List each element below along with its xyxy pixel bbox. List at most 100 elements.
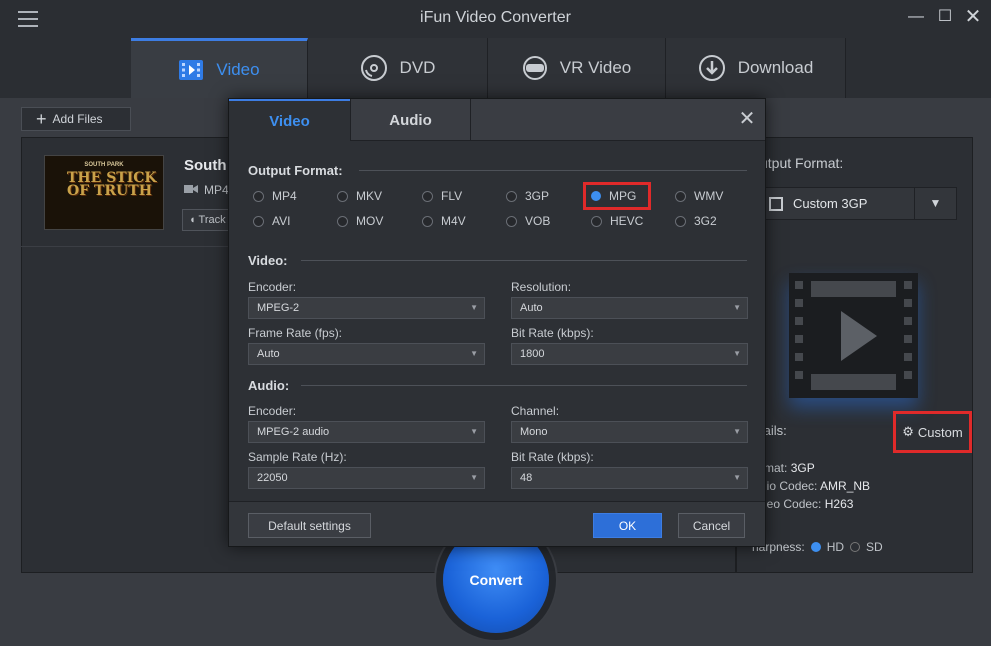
minimize-button[interactable]: — bbox=[906, 8, 926, 26]
radio-circle bbox=[506, 215, 517, 227]
sharpness-hd-radio[interactable] bbox=[810, 542, 821, 552]
format-radio-m4v[interactable]: M4V bbox=[422, 214, 466, 228]
format-radio-wmv[interactable]: WMV bbox=[675, 189, 723, 203]
audio-bitrate-select[interactable]: 48 ▼ bbox=[511, 467, 748, 489]
plus-icon: + bbox=[36, 109, 47, 129]
info-format-value: 3GP bbox=[790, 461, 815, 475]
resolution-select[interactable]: Auto ▼ bbox=[511, 297, 748, 319]
add-files-label: Add Files bbox=[52, 112, 103, 126]
main-tabs: Video DVD VR Video Download bbox=[0, 38, 991, 98]
format-radio-3gp[interactable]: 3GP bbox=[506, 189, 549, 203]
settings-dialog: Video Audio ✕ Output Format: MP4 MKV FLV 3G… bbox=[228, 98, 766, 547]
output-format-value: Custom 3GP bbox=[793, 196, 868, 211]
sample-rate-select[interactable]: 22050 ▼ bbox=[248, 467, 485, 489]
video-encoder-select[interactable]: MPEG-2 ▼ bbox=[248, 297, 485, 319]
radio-circle bbox=[422, 215, 433, 227]
format-radio-label: VOB bbox=[525, 214, 551, 228]
format-radio-flv[interactable]: FLV bbox=[422, 189, 462, 203]
tab-download[interactable]: Download bbox=[666, 38, 846, 98]
close-icon[interactable]: ✕ bbox=[737, 109, 757, 129]
chevron-down-icon: ▼ bbox=[470, 303, 478, 312]
output-format-heading: Output Format: bbox=[248, 163, 343, 178]
dialog-tab-video[interactable]: Video bbox=[229, 99, 350, 142]
channel-select[interactable]: Mono ▼ bbox=[511, 421, 748, 443]
cancel-button[interactable]: Cancel bbox=[678, 513, 745, 538]
tab-vr-video[interactable]: VR Video bbox=[488, 38, 666, 98]
format-radio-mp4[interactable]: MP4 bbox=[253, 189, 297, 203]
maximize-button[interactable]: ☐ bbox=[935, 8, 955, 26]
chevron-down-icon: ▼ bbox=[733, 427, 741, 436]
chevron-down-icon[interactable]: ▼ bbox=[914, 188, 956, 219]
gear-icon: ⚙ bbox=[902, 424, 914, 439]
file-title: South bbox=[184, 157, 227, 174]
sharpness-setting: harpness: HD SD bbox=[752, 540, 883, 554]
sample-rate-value: 22050 bbox=[257, 472, 288, 484]
info-format: rmat: 3GP bbox=[760, 461, 815, 475]
audio-encoder-select[interactable]: MPEG-2 audio ▼ bbox=[248, 421, 485, 443]
video-thumbnail: SOUTH PARK THE STICK OF TRUTH bbox=[44, 155, 164, 230]
file-format-value: MP4 bbox=[204, 183, 229, 197]
radio-circle bbox=[591, 215, 602, 227]
format-radio-mov[interactable]: MOV bbox=[337, 214, 383, 228]
camera-icon bbox=[184, 183, 198, 197]
tab-video-label: Video bbox=[216, 59, 260, 79]
format-radio-label: HEVC bbox=[610, 214, 644, 228]
dialog-tab-audio[interactable]: Audio bbox=[350, 99, 471, 141]
tab-dvd-label: DVD bbox=[399, 58, 436, 77]
video-bitrate-select[interactable]: 1800 ▼ bbox=[511, 343, 748, 365]
format-radio-mkv[interactable]: MKV bbox=[337, 189, 382, 203]
audio-heading: Audio: bbox=[248, 378, 290, 393]
frame-rate-select[interactable]: Auto ▼ bbox=[248, 343, 485, 365]
audio-bitrate-value: 48 bbox=[520, 472, 533, 484]
default-settings-button[interactable]: Default settings bbox=[248, 513, 371, 538]
format-radio-label: 3GP bbox=[525, 189, 550, 203]
audio-encoder-value: MPEG-2 audio bbox=[257, 426, 330, 438]
channel-label: Channel: bbox=[511, 404, 560, 418]
divider bbox=[301, 385, 747, 386]
thumbnail-title: THE STICK OF TRUTH bbox=[67, 170, 157, 199]
chevron-down-icon: ▼ bbox=[470, 473, 478, 482]
audio-track-label: Track bbox=[198, 214, 226, 226]
audio-track-select[interactable]: ◖ Track bbox=[182, 209, 232, 231]
format-radio-3g2[interactable]: 3G2 bbox=[675, 214, 717, 228]
video-heading: Video: bbox=[248, 253, 288, 268]
resolution-label: Resolution: bbox=[511, 280, 572, 294]
selected-format-highlight bbox=[583, 182, 651, 210]
output-format-select[interactable]: Custom 3GP ▼ bbox=[760, 187, 957, 220]
format-radio-hevc[interactable]: HEVC bbox=[591, 214, 643, 228]
close-window-button[interactable]: ✕ bbox=[963, 7, 983, 27]
tab-download-label: Download bbox=[737, 58, 814, 77]
radio-circle bbox=[506, 190, 517, 202]
dialog-footer: Default settings OK Cancel bbox=[229, 501, 765, 546]
output-format-label: utput Format: bbox=[760, 155, 844, 171]
sharpness-sd-label: SD bbox=[866, 540, 883, 554]
radio-circle bbox=[337, 190, 348, 202]
file-format: MP4 bbox=[184, 183, 229, 197]
sharpness-hd-label: HD bbox=[826, 540, 845, 554]
tab-dvd[interactable]: DVD bbox=[308, 38, 488, 98]
tab-video[interactable]: Video bbox=[131, 38, 308, 98]
info-audio-codec-value: AMR_NB bbox=[820, 479, 871, 493]
channel-value: Mono bbox=[520, 426, 548, 438]
video-icon bbox=[178, 59, 204, 81]
title-bar: iFun Video Converter — ☐ ✕ bbox=[0, 0, 991, 38]
video-encoder-label: Encoder: bbox=[248, 280, 297, 294]
ok-button[interactable]: OK bbox=[593, 513, 662, 538]
chevron-down-icon: ▼ bbox=[733, 473, 741, 482]
audio-encoder-label: Encoder: bbox=[248, 404, 297, 418]
download-icon bbox=[698, 54, 726, 82]
sharpness-sd-radio[interactable] bbox=[850, 542, 861, 552]
custom-label: Custom bbox=[917, 424, 963, 440]
dvd-icon bbox=[360, 54, 388, 82]
custom-button[interactable]: ⚙ Custom bbox=[893, 411, 972, 453]
chevron-down-icon: ▼ bbox=[470, 349, 478, 358]
add-files-button[interactable]: + Add Files bbox=[21, 107, 131, 131]
video-encoder-value: MPEG-2 bbox=[257, 302, 300, 314]
video-bitrate-value: 1800 bbox=[520, 348, 545, 360]
sample-rate-label: Sample Rate (Hz): bbox=[248, 450, 347, 464]
format-radio-label: FLV bbox=[441, 189, 463, 203]
radio-circle bbox=[253, 215, 264, 227]
format-radio-avi[interactable]: AVI bbox=[253, 214, 290, 228]
format-radio-vob[interactable]: VOB bbox=[506, 214, 550, 228]
frame-rate-value: Auto bbox=[257, 348, 280, 360]
